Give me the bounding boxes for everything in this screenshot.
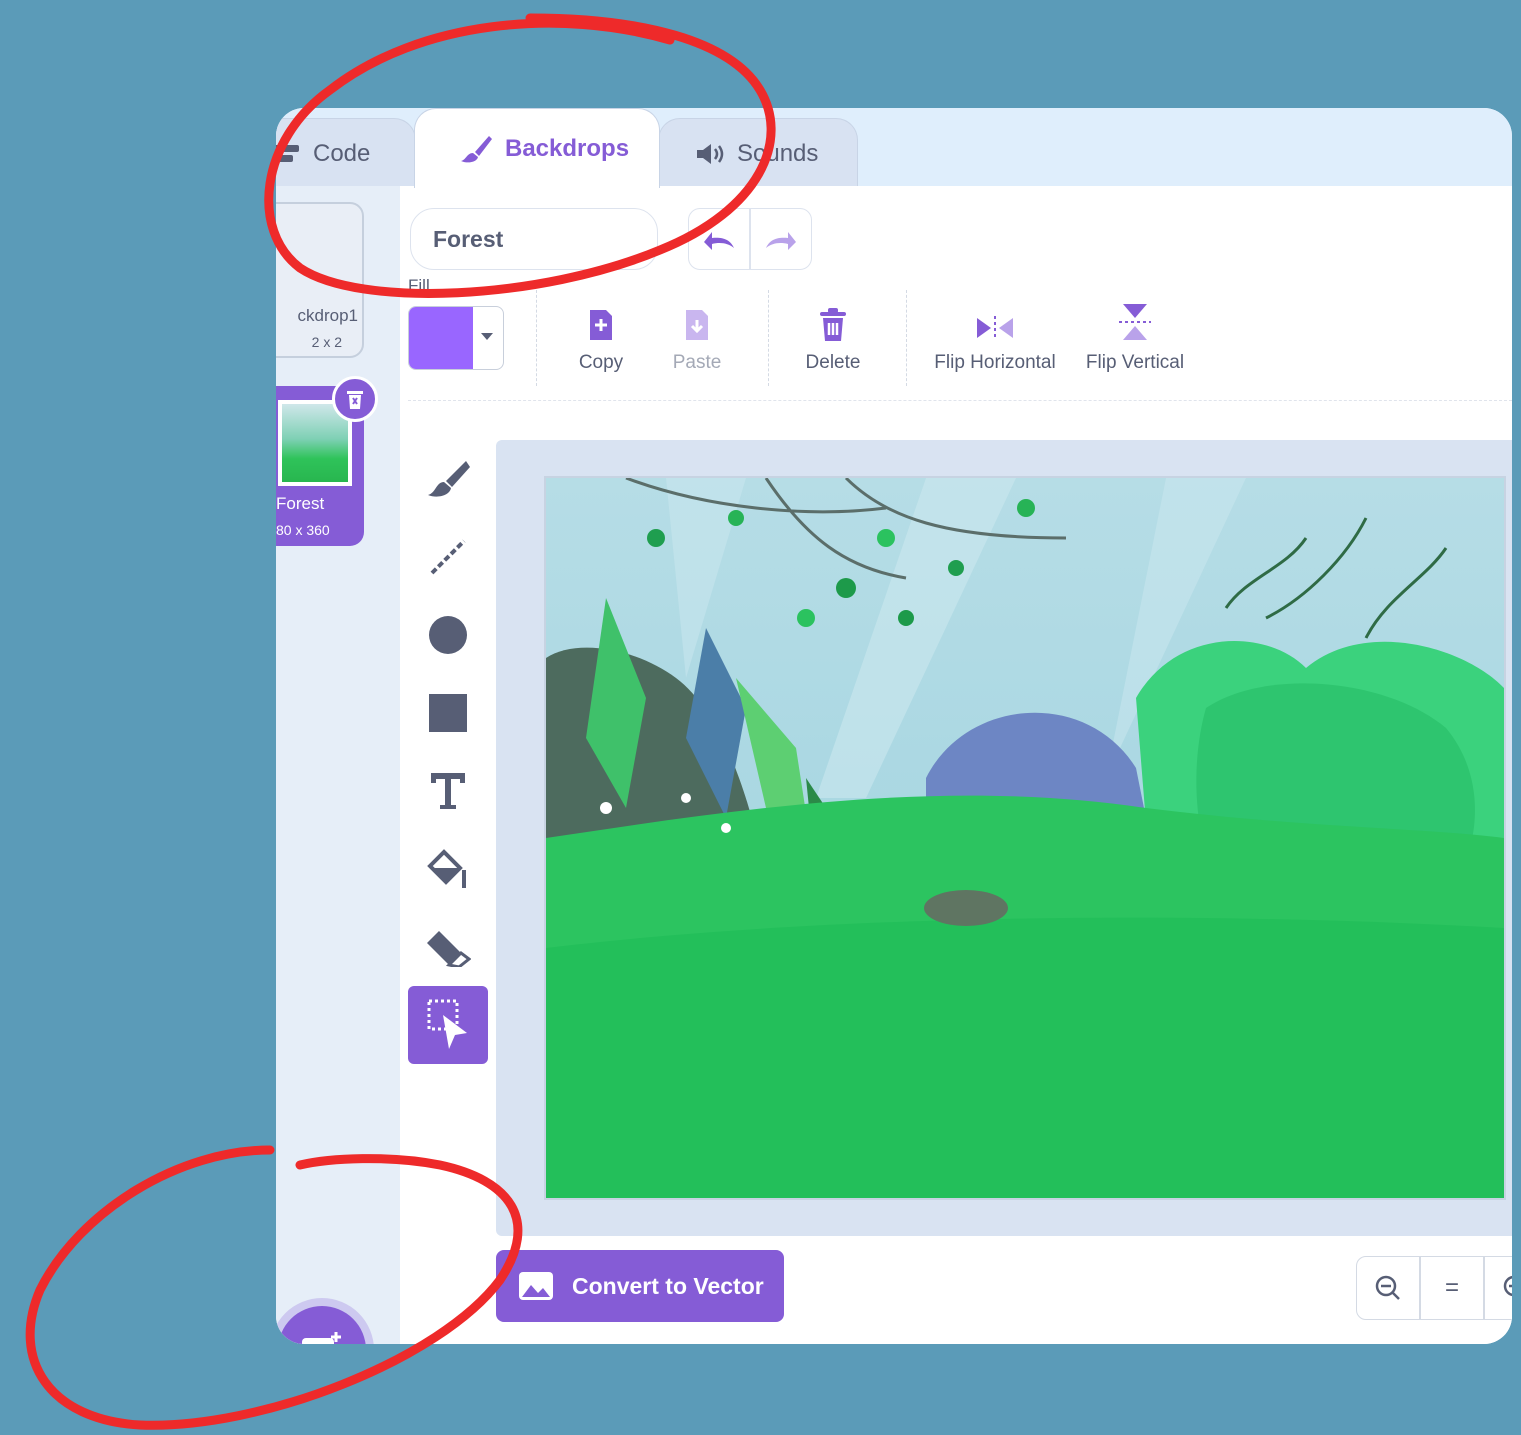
flip-horizontal-label: Flip Horizontal xyxy=(934,352,1056,373)
text-tool[interactable] xyxy=(408,752,488,830)
circle-icon xyxy=(429,616,467,654)
backdrop-name: Forest xyxy=(276,494,325,513)
paint-editor: Forest Fill Copy Paste Delete Flip Horiz… xyxy=(400,186,1512,1344)
trash-icon xyxy=(347,391,363,409)
delete-label: Delete xyxy=(805,352,861,373)
zoom-in-icon xyxy=(1503,1275,1512,1297)
tab-backdrops[interactable]: Backdrops xyxy=(414,108,660,188)
costume-editor-window: Code Backdrops Sounds ckdrop1 2 x 2 Fore… xyxy=(276,108,1512,1344)
brush-icon xyxy=(428,461,470,497)
convert-to-vector-label: Convert to Vector xyxy=(572,1272,764,1299)
select-tool[interactable] xyxy=(408,986,488,1064)
tab-bar: Code Backdrops Sounds xyxy=(276,108,1512,188)
toolbar-divider xyxy=(536,290,537,386)
fill-tool[interactable] xyxy=(408,830,488,908)
flip-vertical-button[interactable]: Flip Vertical xyxy=(1080,298,1190,374)
backdrop-size: 80 x 360 xyxy=(276,522,330,538)
copy-button[interactable]: Copy xyxy=(566,298,636,374)
speaker-icon xyxy=(697,143,724,164)
paste-icon xyxy=(686,310,708,340)
tab-code-label: Code xyxy=(313,139,371,167)
paste-button[interactable]: Paste xyxy=(662,298,732,374)
tab-sounds[interactable]: Sounds xyxy=(658,118,858,188)
drawing-canvas[interactable] xyxy=(544,476,1506,1200)
backdrop-name: ckdrop1 xyxy=(297,306,358,325)
toolbar-divider xyxy=(768,290,769,386)
undo-icon xyxy=(704,232,734,250)
eraser-tool[interactable] xyxy=(408,908,488,986)
trash-icon xyxy=(820,308,846,341)
choose-backdrop-button[interactable] xyxy=(278,1306,366,1344)
rectangle-tool[interactable] xyxy=(408,674,488,752)
flip-vertical-label: Flip Vertical xyxy=(1085,352,1185,373)
redo-button[interactable] xyxy=(750,208,812,270)
fill-color-picker[interactable] xyxy=(408,306,504,370)
copy-label: Copy xyxy=(578,352,624,373)
zoom-out-button[interactable] xyxy=(1356,1256,1420,1320)
tab-code[interactable]: Code xyxy=(276,118,416,188)
bitmap-icon xyxy=(519,1272,553,1300)
zoom-reset-button[interactable]: = xyxy=(1420,1256,1484,1320)
toolbar-divider xyxy=(906,290,907,386)
eraser-icon xyxy=(427,931,471,967)
backdrop-thumbnail-backdrop1[interactable]: ckdrop1 2 x 2 xyxy=(276,202,364,358)
rectangle-icon xyxy=(429,694,467,732)
chevron-down-icon xyxy=(481,333,493,340)
delete-button[interactable]: Delete xyxy=(798,298,868,374)
paintbrush-icon xyxy=(461,135,492,162)
zoom-in-button[interactable] xyxy=(1484,1256,1512,1320)
fill-swatch xyxy=(409,307,473,369)
line-tool[interactable] xyxy=(408,518,488,596)
tool-palette xyxy=(408,440,488,1064)
undo-button[interactable] xyxy=(688,208,750,270)
tab-backdrops-label: Backdrops xyxy=(505,134,630,162)
flip-horizontal-icon xyxy=(977,316,1013,340)
brush-tool[interactable] xyxy=(408,440,488,518)
paste-label: Paste xyxy=(672,352,722,373)
backdrop-size: 2 x 2 xyxy=(311,334,342,350)
fill-label: Fill xyxy=(408,276,430,295)
convert-to-vector-button[interactable]: Convert to Vector xyxy=(496,1250,784,1322)
forest-backdrop-image xyxy=(546,478,1504,1198)
select-icon xyxy=(427,999,467,1049)
line-icon xyxy=(430,539,466,575)
backdrop-list-pane: ckdrop1 2 x 2 Forest 80 x 360 xyxy=(276,186,401,1344)
fill-icon xyxy=(427,849,466,888)
circle-tool[interactable] xyxy=(408,596,488,674)
copy-icon xyxy=(590,310,612,340)
delete-backdrop-button[interactable] xyxy=(332,376,378,422)
flip-horizontal-button[interactable]: Flip Horizontal xyxy=(930,298,1060,374)
backdrop-name-input[interactable]: Forest xyxy=(410,208,658,270)
redo-icon xyxy=(766,232,796,250)
text-icon xyxy=(431,773,465,809)
canvas-area xyxy=(496,440,1512,1236)
tab-sounds-label: Sounds xyxy=(737,139,819,167)
toolbar-rule xyxy=(408,400,1512,401)
flip-vertical-icon xyxy=(1119,304,1151,340)
zoom-out-icon xyxy=(1375,1275,1400,1300)
add-backdrop-icon xyxy=(302,1332,341,1344)
code-blocks-icon xyxy=(276,144,299,162)
